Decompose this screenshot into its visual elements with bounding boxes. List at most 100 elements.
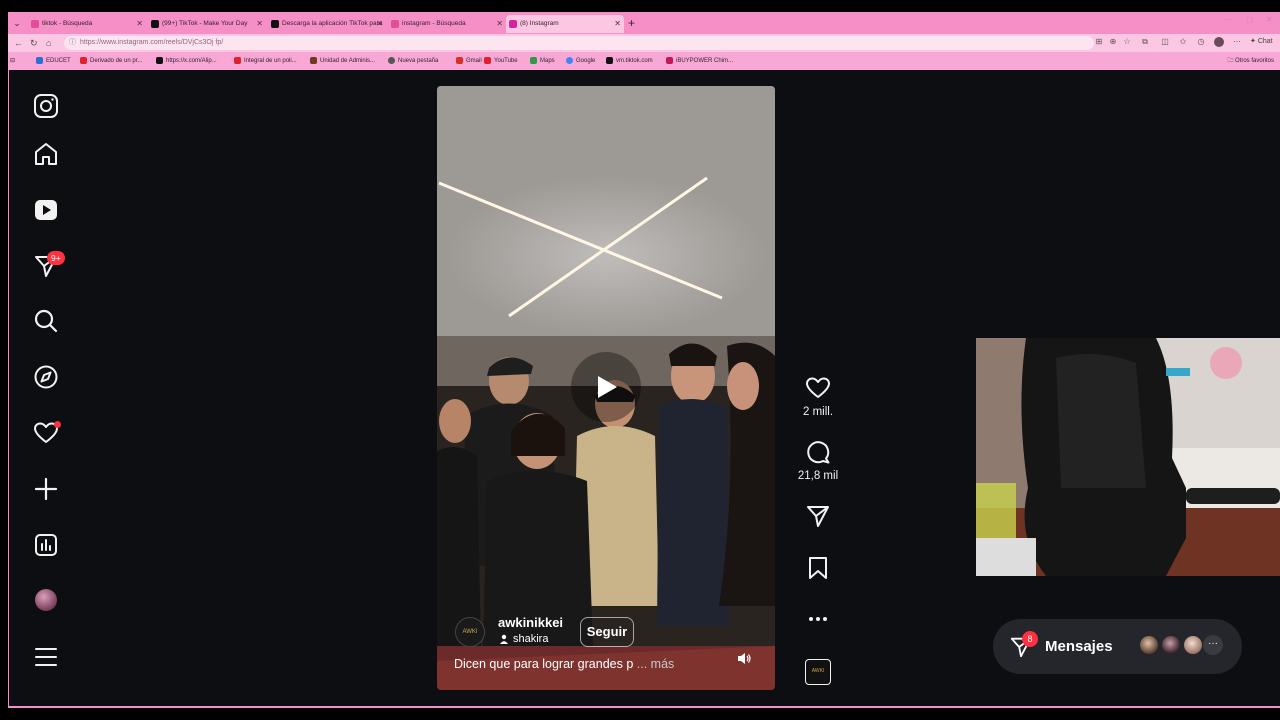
play-icon	[598, 376, 617, 398]
split-screen-icon[interactable]: ◫	[1160, 37, 1170, 47]
tab-favicon	[31, 20, 39, 28]
volume-icon[interactable]	[737, 651, 752, 666]
play-button[interactable]	[571, 352, 641, 422]
close-icon[interactable]: ✕	[256, 15, 263, 33]
window-close-icon[interactable]: ✕	[1266, 15, 1273, 24]
home-icon[interactable]	[33, 141, 59, 167]
gmail-icon	[456, 57, 463, 64]
close-icon[interactable]: ✕	[136, 15, 143, 33]
close-icon[interactable]: ✕	[496, 15, 503, 33]
bookmark-label: Unidad de Adminis...	[320, 58, 376, 64]
close-icon[interactable]: ✕	[614, 15, 621, 33]
google-icon	[566, 57, 573, 64]
search-icon[interactable]	[33, 308, 59, 334]
tab-tiktok[interactable]: (99+) TikTok - Make Your Day ✕	[148, 15, 266, 33]
notifications-badge: 9+	[47, 251, 65, 265]
comments-count: 21,8 mil	[797, 470, 839, 482]
reel-username[interactable]: awkinikkei	[498, 615, 563, 630]
tab-label: tiktok - Búsqueda	[42, 20, 93, 27]
grid-icon[interactable]: ⊞	[1094, 37, 1104, 47]
reel-audio-label: shakira	[513, 633, 549, 645]
reel-author-avatar[interactable]: AWKI	[455, 617, 485, 647]
tab-label: Descarga la aplicación TikTok para	[282, 20, 383, 27]
profile-avatar[interactable]	[35, 589, 57, 611]
bookmark-google[interactable]: Google	[566, 56, 595, 66]
favorites-icon[interactable]: ✩	[1178, 37, 1188, 47]
more-icon[interactable]: ⋯	[1232, 37, 1242, 47]
tab-favicon	[151, 20, 159, 28]
bookmark-nueva-pestana[interactable]: Nueva pestaña	[388, 56, 438, 66]
bookmark-unidad[interactable]: Unidad de Adminis...	[310, 56, 375, 66]
tab-tiktok-download[interactable]: Descarga la aplicación TikTok para ✕	[268, 15, 386, 33]
bookmark-maps[interactable]: Maps	[530, 56, 555, 66]
tab-instagram-busqueda[interactable]: instagram - Búsqueda ✕	[388, 15, 506, 33]
bookmark-x[interactable]: https://x.com/Alip...	[156, 56, 217, 66]
reels-icon[interactable]	[33, 197, 59, 223]
zoom-icon[interactable]: ⊕	[1108, 37, 1118, 47]
bookmark-icon	[80, 57, 87, 64]
caption-text: Dicen que para lograr grandes p	[454, 657, 634, 671]
site-info-icon[interactable]: ⓘ	[69, 36, 76, 50]
bookmark-save-icon[interactable]	[805, 555, 831, 581]
tab-instagram[interactable]: (8) Instagram ✕	[506, 15, 624, 33]
follow-button[interactable]: Seguir	[580, 617, 634, 647]
like-heart-icon[interactable]	[805, 375, 831, 401]
tiktok-icon	[606, 57, 613, 64]
bookmark-icon	[234, 57, 241, 64]
bookmark-gmail[interactable]: Gmail	[456, 56, 482, 66]
chat-label: Chat	[1257, 38, 1273, 45]
reel-caption: Dicen que para lograr grandes p ... más	[454, 657, 674, 671]
home-icon[interactable]: ⌂	[46, 36, 51, 50]
reload-icon[interactable]: ↻	[30, 36, 38, 50]
maximize-icon[interactable]: ▢	[1246, 15, 1254, 24]
person-icon	[500, 634, 508, 644]
bookmark-vm-tiktok[interactable]: vm.tiktok.com	[606, 56, 653, 66]
create-plus-icon[interactable]	[33, 476, 59, 502]
history-icon[interactable]: ◷	[1196, 37, 1206, 47]
caption-more-link[interactable]: ... más	[637, 657, 675, 671]
extensions-icon[interactable]: ⧉	[1140, 37, 1150, 47]
menu-hamburger-icon[interactable]	[33, 644, 59, 670]
tab-favicon	[271, 20, 279, 28]
more-icon[interactable]: ···	[1203, 635, 1223, 655]
share-send-icon[interactable]	[805, 503, 831, 529]
instagram-logo-icon[interactable]	[33, 93, 59, 119]
tab-tiktok-busqueda[interactable]: tiktok - Búsqueda ✕	[28, 15, 146, 33]
youtube-icon	[484, 57, 491, 64]
explore-compass-icon[interactable]	[33, 364, 59, 390]
message-avatar	[1182, 634, 1204, 656]
profile-icon[interactable]	[1214, 37, 1224, 47]
new-tab-icon[interactable]: +	[628, 15, 635, 31]
bookmark-label: Nueva pestaña	[398, 58, 439, 64]
bookmark-label: EDUCET	[46, 58, 71, 64]
bookmark-icon	[666, 57, 673, 64]
bookmark-youtube[interactable]: YouTube	[484, 56, 518, 66]
tab-search-icon[interactable]: ⌄	[10, 16, 24, 30]
message-avatar	[1138, 634, 1160, 656]
favorite-star-icon[interactable]: ☆	[1122, 37, 1132, 47]
back-icon[interactable]: ←	[14, 36, 23, 50]
bookmark-educet[interactable]: EDUCET	[36, 56, 71, 66]
address-bar[interactable]: ⓘ https://www.instagram.com/reels/DVjCs3…	[64, 36, 1094, 50]
window-edge-bottom	[8, 706, 1280, 708]
close-icon[interactable]: ✕	[376, 15, 383, 33]
bookmark-derivado[interactable]: Derivado de un pr...	[80, 56, 142, 66]
comment-bubble-icon[interactable]	[805, 439, 831, 465]
reel-audio-credit[interactable]: shakira	[499, 633, 548, 645]
collections-icon[interactable]: ⊟	[10, 56, 15, 66]
copilot-chat-button[interactable]: ✦ Chat	[1250, 37, 1273, 45]
reel-audio-thumbnail[interactable]: AWKI	[805, 659, 831, 685]
bookmark-integral[interactable]: Integral de un poli...	[234, 56, 297, 66]
bookmark-label: iBUYPOWER Chim...	[676, 58, 734, 64]
bookmark-icon	[36, 57, 43, 64]
bookmark-ibuypower[interactable]: iBUYPOWER Chim...	[666, 56, 733, 66]
bookmark-label: Maps	[540, 58, 555, 64]
minimize-icon[interactable]: —	[1224, 15, 1232, 24]
more-options-icon[interactable]	[805, 606, 831, 632]
dashboard-chart-icon[interactable]	[33, 532, 59, 558]
other-favorites[interactable]: 🗀 Otros favoritos	[1227, 56, 1274, 66]
bookmark-label: Derivado de un pr...	[90, 58, 143, 64]
url-text: https://www.instagram.com/reels/DVjCs3Oj…	[80, 39, 224, 46]
tab-label: (99+) TikTok - Make Your Day	[162, 20, 248, 27]
tab-favicon	[391, 20, 399, 28]
